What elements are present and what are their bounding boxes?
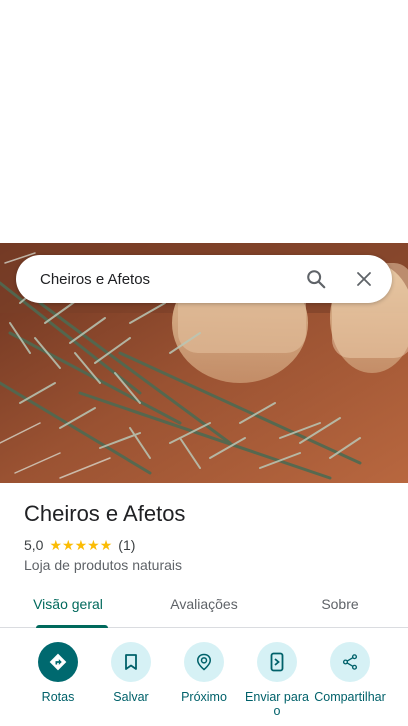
directions-label: Rotas: [41, 690, 75, 704]
place-category[interactable]: Loja de produtos naturais: [24, 557, 394, 573]
tab-overview[interactable]: Visão geral: [0, 584, 136, 628]
tab-about[interactable]: Sobre: [272, 584, 408, 627]
send-to-phone-button[interactable]: Enviar para o: [240, 640, 314, 718]
share-button[interactable]: Compartilhar: [313, 640, 387, 704]
nearby-icon: [184, 642, 224, 682]
nearby-button[interactable]: Próximo: [167, 640, 241, 704]
search-icon[interactable]: [292, 255, 340, 303]
map-area[interactable]: [0, 0, 408, 243]
nearby-label: Próximo: [181, 690, 227, 704]
tab-bar: Visão geral Avaliações Sobre: [0, 584, 408, 628]
send-to-phone-label: Enviar para o: [245, 690, 309, 718]
tab-reviews[interactable]: Avaliações: [136, 584, 272, 627]
rating-row[interactable]: 5,0 ★ ★ ★ ★ ★ (1): [24, 536, 394, 554]
rating-stars: ★ ★ ★ ★ ★: [49, 538, 112, 552]
directions-button[interactable]: Rotas: [21, 640, 95, 704]
search-query[interactable]: Cheiros e Afetos: [40, 271, 292, 288]
star-icon: ★: [74, 537, 88, 553]
save-label: Salvar: [113, 690, 149, 704]
review-count[interactable]: (1): [118, 537, 135, 553]
action-bar: Rotas Salvar Próximo Enviar para o Compa…: [0, 640, 408, 726]
star-icon: ★: [99, 537, 113, 553]
share-icon: [330, 642, 370, 682]
place-title: Cheiros e Afetos: [24, 501, 186, 526]
rating-value: 5,0: [24, 537, 44, 553]
star-icon: ★: [62, 537, 75, 553]
share-label: Compartilhar: [314, 690, 386, 704]
star-icon: ★: [49, 537, 63, 553]
close-icon[interactable]: [340, 255, 388, 303]
save-button[interactable]: Salvar: [94, 640, 168, 704]
search-bar[interactable]: Cheiros e Afetos: [16, 255, 392, 303]
bookmark-icon: [111, 642, 151, 682]
place-info: Cheiros e Afetos 5,0 ★ ★ ★ ★ ★ (1) Loja …: [24, 500, 394, 573]
star-icon: ★: [87, 537, 100, 553]
directions-icon: [38, 642, 78, 682]
send-to-phone-icon: [257, 642, 297, 682]
